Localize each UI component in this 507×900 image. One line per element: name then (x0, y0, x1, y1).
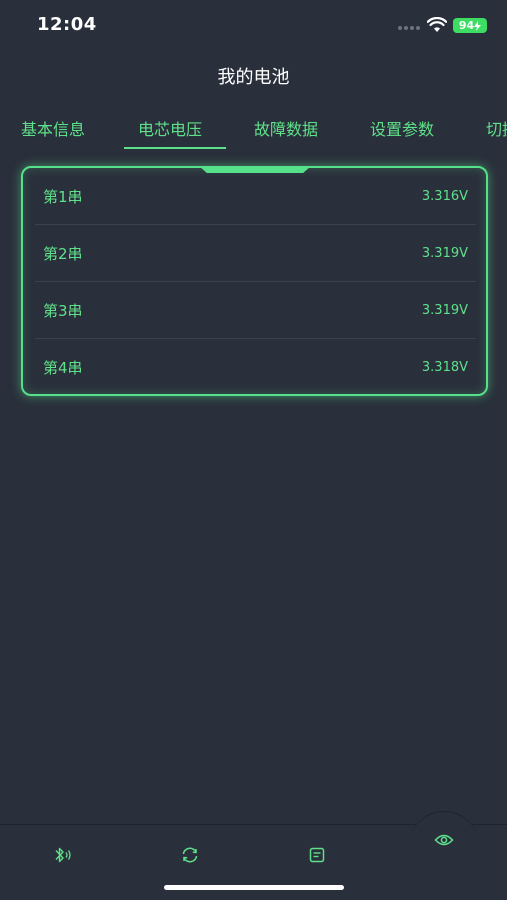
cell-name: 第4串 (43, 359, 83, 377)
signal-icon (398, 26, 420, 30)
page-title: 我的电池 (217, 67, 290, 88)
cell-voltage: 3.319V (421, 302, 468, 318)
active-tab-indicator (124, 147, 226, 149)
cell-row: 第2串 3.319V (35, 225, 476, 282)
tab-basic-info[interactable]: 基本信息 (21, 116, 85, 140)
eye-icon (434, 834, 454, 846)
cell-voltage-card: 第1串 3.316V 第2串 3.319V 第3串 3.319V 第4串 3.3… (21, 166, 488, 396)
refresh-icon (182, 847, 198, 863)
tab-bar: 基本信息 电芯电压 故障数据 设置参数 切换 (0, 112, 507, 152)
wifi-icon (427, 17, 447, 32)
home-indicator (164, 885, 344, 890)
bluetooth-icon (55, 847, 71, 863)
cell-row: 第3串 3.319V (35, 282, 476, 339)
charging-icon (474, 20, 482, 31)
cell-name: 第2串 (43, 244, 83, 263)
cell-voltage: 3.319V (421, 245, 468, 261)
cell-name: 第1串 (43, 187, 83, 206)
cell-row: 第4串 3.318V (35, 339, 476, 396)
tab-cell-voltage[interactable]: 电芯电压 (138, 116, 202, 140)
tab-switch[interactable]: 切换 (486, 116, 507, 140)
status-time: 12:04 (37, 14, 97, 35)
tab-settings[interactable]: 设置参数 (370, 116, 434, 140)
cell-name: 第3串 (43, 301, 83, 320)
cell-voltage: 3.316V (421, 188, 468, 204)
cell-voltage: 3.318V (421, 360, 468, 375)
document-icon (309, 847, 325, 863)
battery-level: 94 (458, 19, 475, 32)
tab-fault-data[interactable]: 故障数据 (254, 116, 318, 140)
status-bar: 12:04 94 (0, 0, 507, 50)
battery-indicator: 94 (453, 18, 487, 33)
monitor-button[interactable] (432, 830, 456, 850)
bluetooth-button[interactable] (51, 845, 75, 865)
records-button[interactable] (305, 845, 329, 865)
refresh-button[interactable] (178, 845, 202, 865)
cell-row: 第1串 3.316V (35, 168, 476, 225)
